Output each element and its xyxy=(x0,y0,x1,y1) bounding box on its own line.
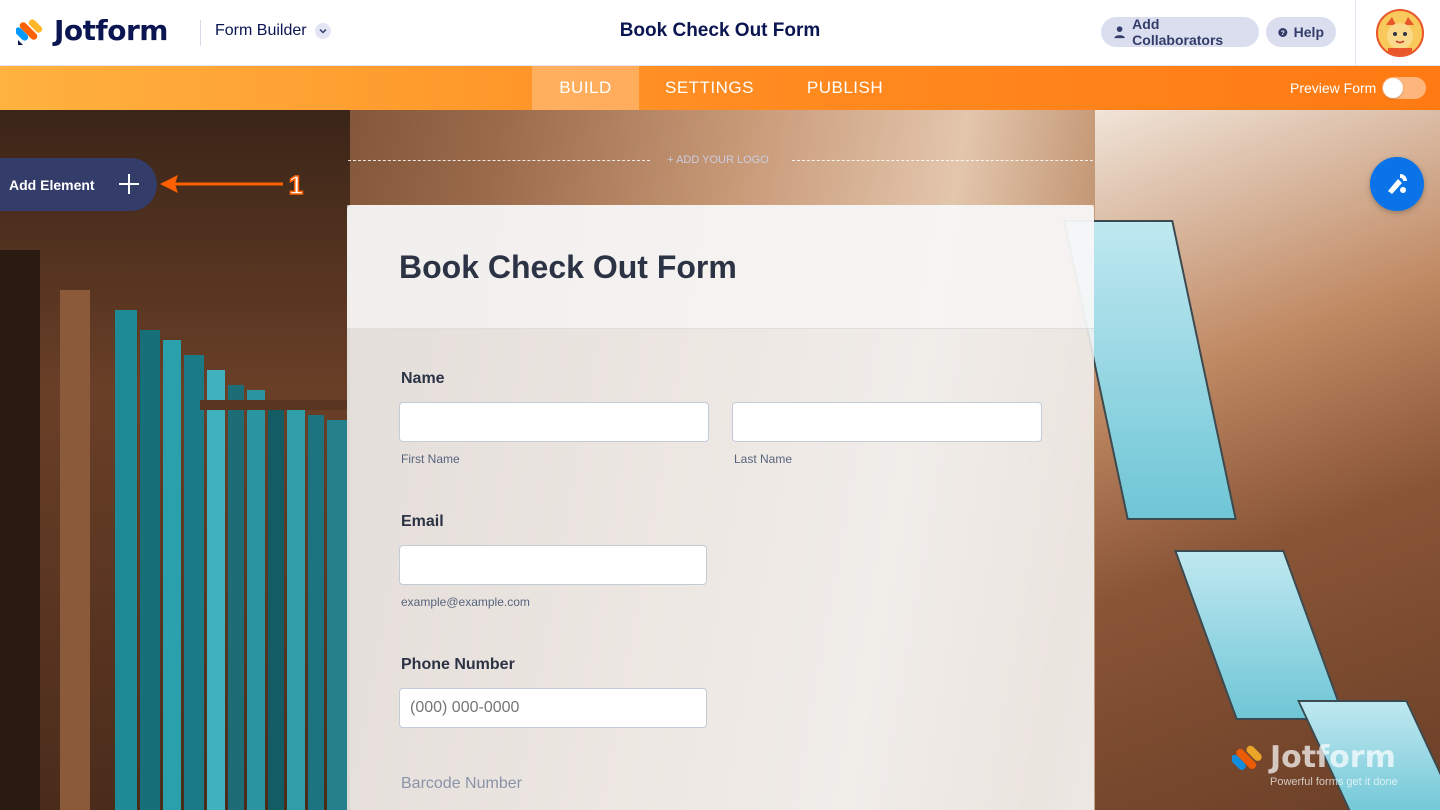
help-button[interactable]: ? Help xyxy=(1266,17,1336,47)
preview-form-label: Preview Form xyxy=(1290,80,1377,96)
jotform-watermark-icon xyxy=(1232,745,1262,770)
jotform-logo-icon xyxy=(16,18,43,45)
help-icon: ? xyxy=(1278,27,1288,37)
header-divider xyxy=(200,20,201,46)
chevron-down-icon xyxy=(314,23,331,39)
last-name-input[interactable] xyxy=(732,402,1042,442)
annotation-number: 1 xyxy=(289,170,303,200)
top-header: Jotform Form Builder Book Check Out Form… xyxy=(0,0,1440,66)
plus-icon xyxy=(119,174,139,194)
form-builder-dropdown[interactable]: Form Builder xyxy=(215,22,331,40)
phone-input[interactable] xyxy=(399,688,707,728)
first-name-sublabel: First Name xyxy=(401,452,460,466)
name-field-label[interactable]: Name xyxy=(401,370,445,388)
add-collaborators-button[interactable]: Add Collaborators xyxy=(1101,16,1259,48)
form-builder-label: Form Builder xyxy=(215,22,307,39)
phone-field-label[interactable]: Phone Number xyxy=(401,656,515,674)
tab-settings[interactable]: SETTINGS xyxy=(652,66,767,110)
add-element-button[interactable]: Add Element xyxy=(0,158,157,211)
first-name-input[interactable] xyxy=(399,402,709,442)
annotation-arrow: 1 xyxy=(160,169,304,200)
user-icon xyxy=(1114,26,1125,39)
last-name-sublabel: Last Name xyxy=(734,452,793,466)
header-divider-right xyxy=(1355,0,1356,66)
form-header[interactable]: Book Check Out Form xyxy=(347,205,1094,329)
form-card: Book Check Out Form Name First Name Last… xyxy=(347,205,1094,810)
jotform-logo[interactable]: Jotform xyxy=(16,14,168,47)
preview-form-toggle[interactable] xyxy=(1382,77,1426,99)
watermark-tagline: Powerful forms get it done xyxy=(1270,776,1398,788)
user-avatar[interactable] xyxy=(1376,9,1424,57)
builder-nav: BUILD SETTINGS PUBLISH Preview Form xyxy=(0,66,1440,110)
svg-text:?: ? xyxy=(1281,29,1285,36)
paint-roller-icon xyxy=(1388,174,1407,194)
add-element-label: Add Element xyxy=(9,176,95,193)
toggle-knob xyxy=(1383,78,1403,98)
library-arch-right xyxy=(1063,110,1440,810)
tab-publish[interactable]: PUBLISH xyxy=(794,66,896,110)
email-input[interactable] xyxy=(399,545,707,585)
jotform-watermark: Jotform Powerful forms get it done xyxy=(1232,740,1412,790)
add-collaborators-label: Add Collaborators xyxy=(1132,16,1224,48)
watermark-brand: Jotform xyxy=(1270,740,1396,775)
tab-build[interactable]: BUILD xyxy=(532,66,639,110)
brand-name: Jotform xyxy=(54,14,168,47)
avatar-image xyxy=(1378,11,1422,55)
add-logo-slot[interactable]: + ADD YOUR LOGO xyxy=(348,150,1093,174)
email-field-label[interactable]: Email xyxy=(401,513,444,531)
form-designer-button[interactable] xyxy=(1370,157,1424,211)
logo-slot-dash-left xyxy=(348,160,650,161)
bookshelf-left xyxy=(0,110,350,810)
add-logo-label[interactable]: + ADD YOUR LOGO xyxy=(648,154,788,166)
logo-slot-dash-right xyxy=(792,160,1093,161)
barcode-field-label[interactable]: Barcode Number xyxy=(401,775,522,793)
form-title[interactable]: Book Check Out Form xyxy=(399,249,737,286)
help-label: Help xyxy=(1293,24,1324,40)
email-sublabel: example@example.com xyxy=(401,595,530,609)
